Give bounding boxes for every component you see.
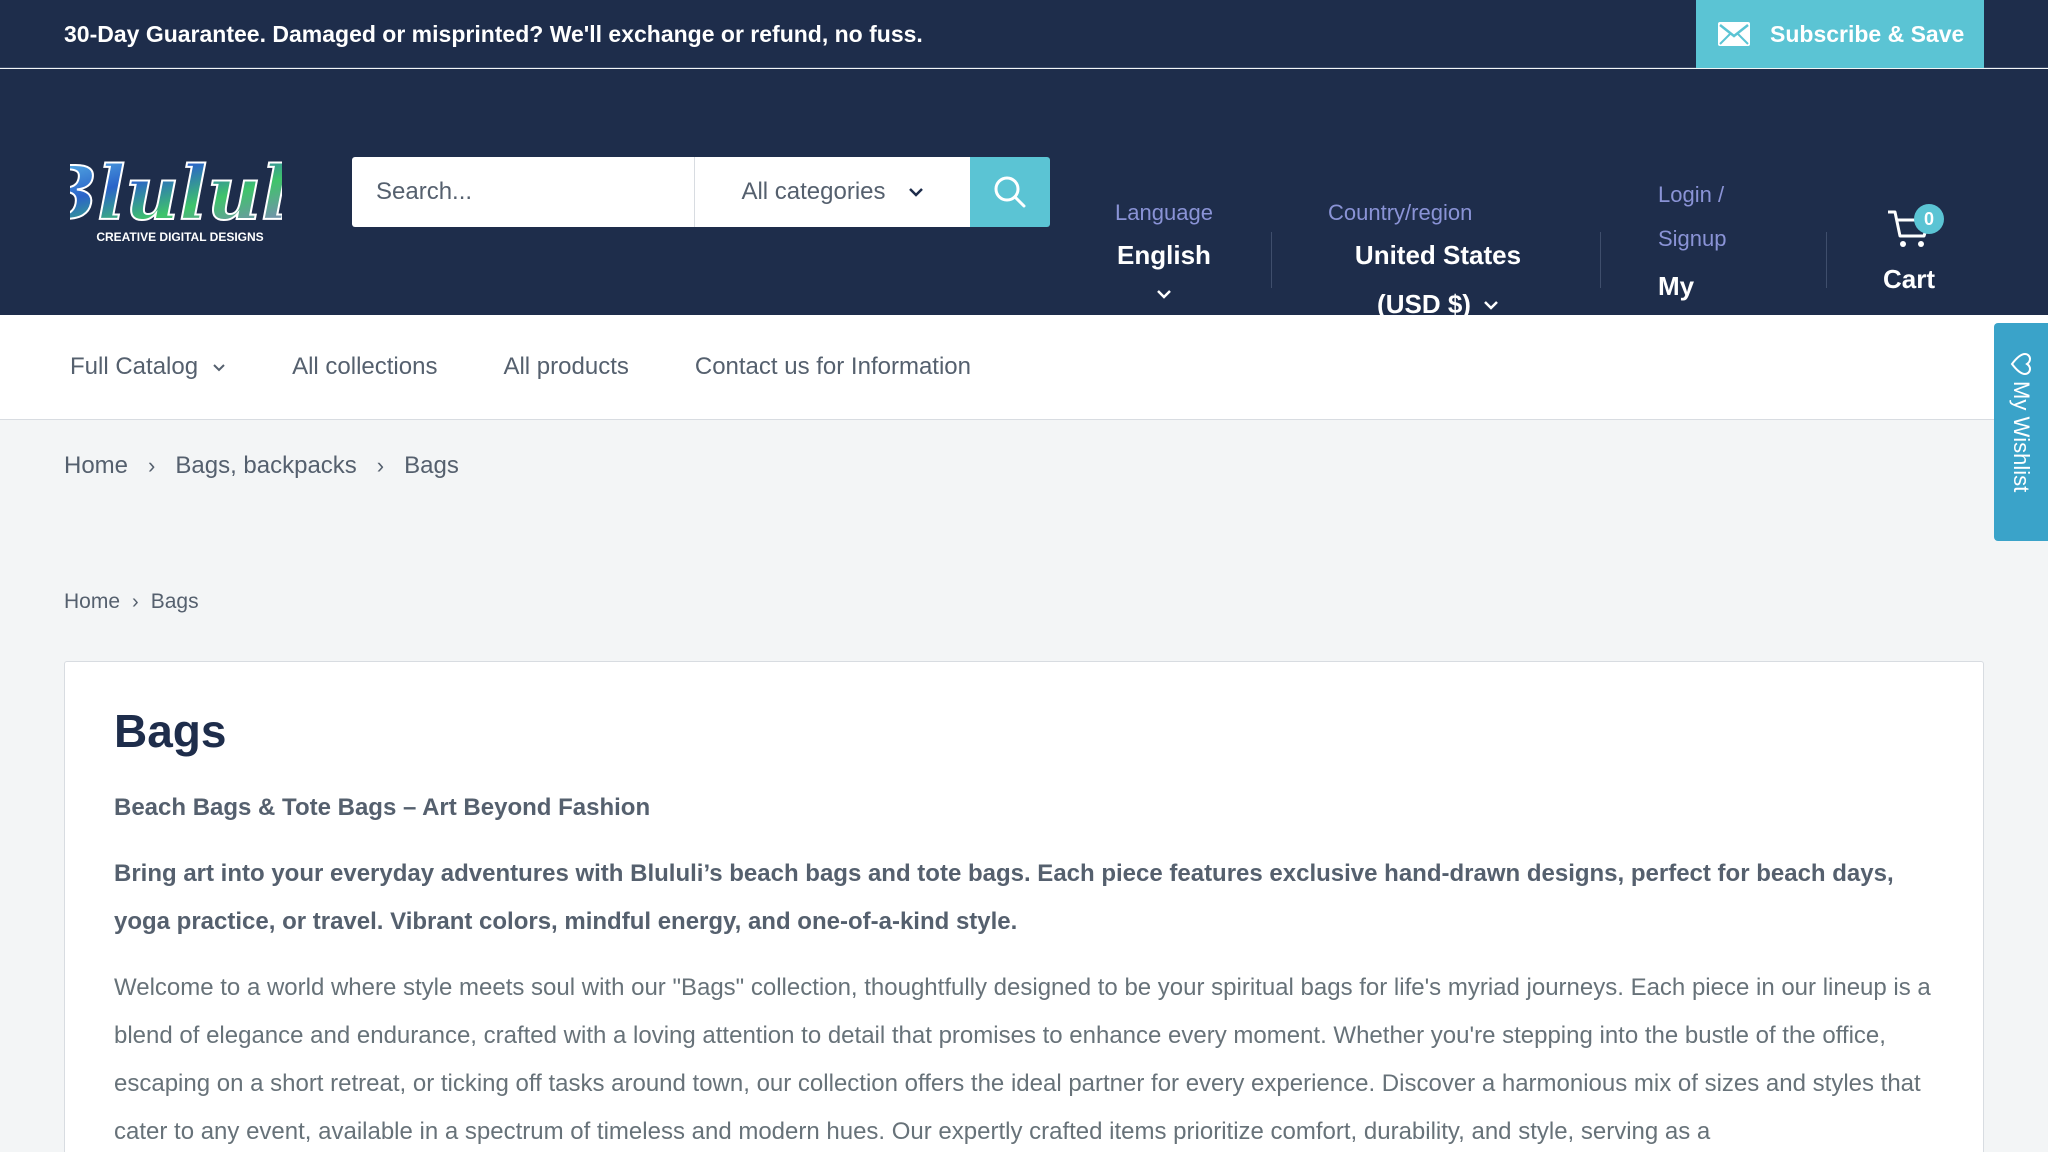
nav-contact-label: Contact us for Information — [694, 353, 971, 380]
nav-contact[interactable]: Contact us for Information — [695, 353, 971, 381]
cart-count-badge: 0 — [1914, 204, 1944, 234]
search-button[interactable] — [970, 157, 1050, 227]
nav-all-products[interactable]: All products — [503, 353, 628, 381]
logo-tagline: CREATIVE DIGITAL DESIGNS — [96, 230, 263, 244]
collection-lead: Bring art into your everyday adventures … — [114, 860, 1894, 935]
search-input[interactable] — [352, 157, 694, 227]
my-wishlist-tab[interactable]: My Wishlist — [1994, 323, 2048, 541]
site-header: Blululi CREATIVE DIGITAL DESIGNS All cat… — [0, 69, 2048, 351]
brand-logo[interactable]: Blululi CREATIVE DIGITAL DESIGNS — [70, 151, 282, 247]
breadcrumb-separator: › — [132, 590, 139, 613]
breadcrumb-home[interactable]: Home — [64, 590, 120, 614]
language-label: Language — [1115, 200, 1213, 225]
chevron-down-icon — [1157, 290, 1171, 299]
header-divider — [1600, 232, 1601, 288]
nav-full-catalog[interactable]: Full Catalog — [70, 353, 226, 381]
collection-subtitle: Beach Bags & Tote Bags – Art Beyond Fash… — [114, 794, 651, 821]
login-text: Login / — [1658, 182, 1725, 207]
my-account-text-1: My — [1658, 271, 1695, 301]
chevron-down-icon — [213, 363, 225, 371]
country-selector[interactable]: Country/region United States (USD $) — [1328, 200, 1548, 320]
login-link[interactable]: Login / Signup — [1658, 173, 1808, 261]
breadcrumb-separator: › — [376, 453, 385, 478]
language-value: English — [1117, 240, 1211, 270]
collection-body: Welcome to a world where style meets sou… — [114, 974, 1931, 1145]
cart-button[interactable]: 0 Cart — [1874, 204, 1944, 295]
breadcrumb-current: Bags — [404, 452, 459, 479]
signup-text: Signup — [1658, 226, 1727, 251]
category-select[interactable]: All categories — [694, 157, 970, 227]
cart-label: Cart — [1882, 264, 1935, 294]
breadcrumb-bags-backpacks[interactable]: Bags, backpacks — [175, 452, 356, 480]
search-bar: All categories — [352, 157, 1050, 227]
chevron-down-icon — [1484, 300, 1498, 310]
breadcrumb-separator: › — [148, 453, 156, 478]
nav-full-catalog-label: Full Catalog — [70, 353, 199, 380]
nav-all-collections[interactable]: All collections — [292, 353, 437, 381]
country-label: Country/region — [1328, 200, 1473, 225]
announcement-text: 30-Day Guarantee. Damaged or misprinted?… — [64, 21, 923, 47]
subscribe-button[interactable]: Subscribe & Save — [1696, 0, 1984, 68]
search-icon — [994, 176, 1026, 208]
breadcrumb-current: Bags — [150, 590, 199, 613]
logo-wordmark: Blululi — [70, 151, 282, 237]
wishlist-label: My Wishlist — [2009, 381, 2034, 493]
nav-all-collections-label: All collections — [292, 353, 438, 380]
breadcrumb-home[interactable]: Home — [64, 452, 128, 480]
header-divider — [1271, 232, 1272, 288]
breadcrumb-secondary: Home › Bags — [64, 590, 199, 614]
nav-all-products-label: All products — [503, 353, 629, 380]
category-select-label: All categories — [741, 178, 886, 205]
mail-icon — [1718, 22, 1750, 46]
breadcrumb: Home › Bags, backpacks › Bags — [64, 452, 459, 480]
page-title: Bags — [114, 705, 227, 757]
subscribe-label: Subscribe & Save — [1770, 20, 1965, 47]
announcement-bar: 30-Day Guarantee. Damaged or misprinted?… — [0, 0, 2048, 68]
heart-icon — [2010, 352, 2032, 376]
main-nav: Full Catalog All collections All product… — [0, 315, 2048, 420]
country-value: United States — [1354, 240, 1522, 270]
language-selector[interactable]: Language English — [1112, 200, 1216, 299]
header-divider — [1826, 232, 1827, 288]
collection-description-card: Bags Beach Bags & Tote Bags – Art Beyond… — [64, 661, 1984, 1152]
chevron-down-icon — [908, 188, 923, 197]
